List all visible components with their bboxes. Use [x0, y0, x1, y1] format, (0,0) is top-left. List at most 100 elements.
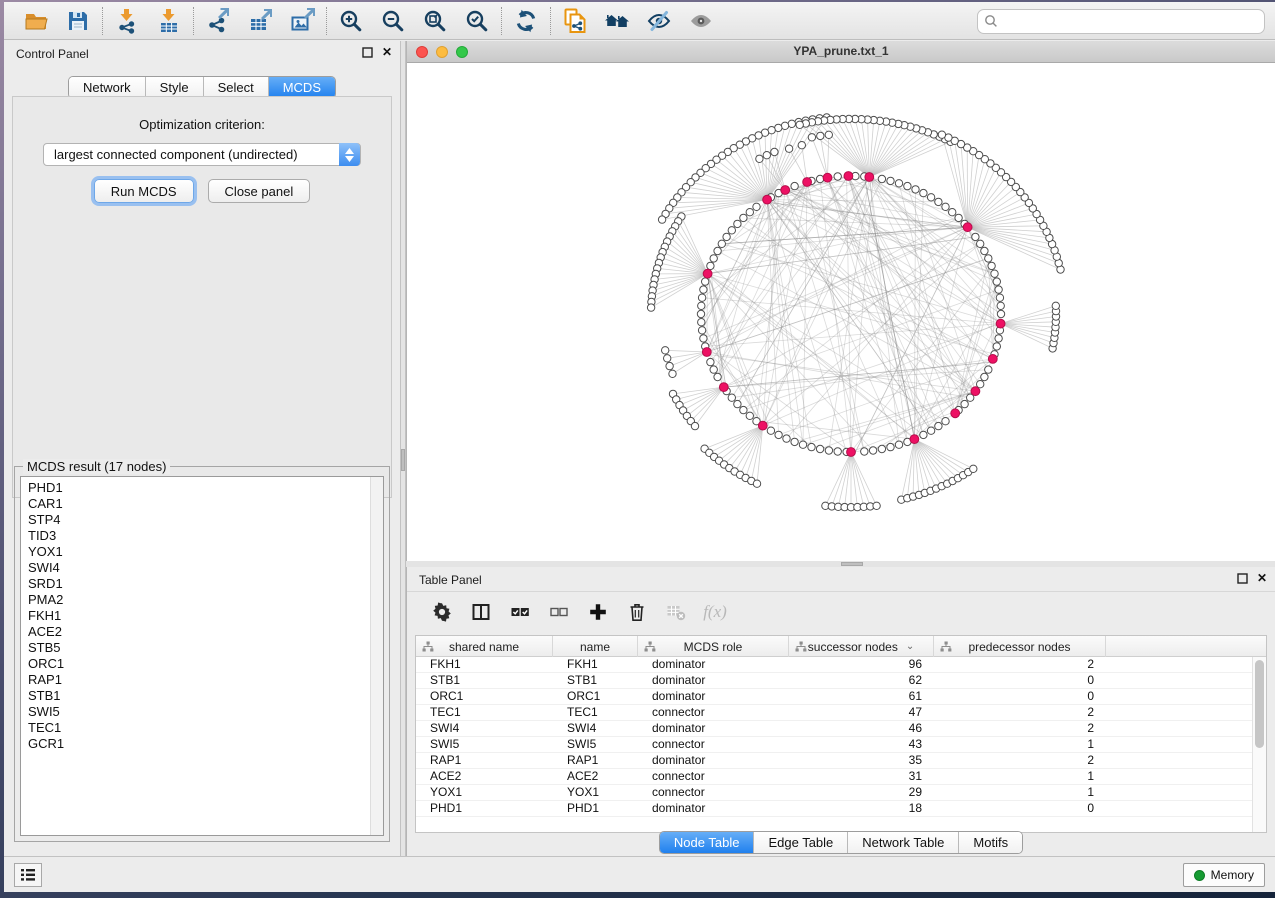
table-cell[interactable]: 47	[789, 705, 934, 721]
table-cell[interactable]: connector	[638, 785, 789, 801]
table-cell[interactable]: SWI5	[416, 737, 553, 753]
mcds-result-item[interactable]: YOX1	[28, 544, 383, 560]
table-cell[interactable]: 2	[934, 721, 1106, 737]
table-cell[interactable]: YOX1	[416, 785, 553, 801]
refresh-view-icon[interactable]	[511, 6, 541, 36]
table-cell[interactable]: 0	[934, 673, 1106, 689]
table-cell[interactable]: 31	[789, 769, 934, 785]
memory-button[interactable]: Memory	[1183, 863, 1265, 887]
first-neighbors-icon[interactable]	[602, 6, 632, 36]
run-mcds-button[interactable]: Run MCDS	[94, 179, 194, 203]
column-header-predecessor-nodes[interactable]: predecessor nodes	[934, 636, 1106, 657]
tab-node-table[interactable]: Node Table	[660, 832, 755, 853]
open-file-icon[interactable]	[21, 6, 51, 36]
import-network-icon[interactable]	[112, 6, 142, 36]
mcds-result-item[interactable]: TEC1	[28, 720, 383, 736]
search-input[interactable]	[977, 9, 1265, 34]
mcds-result-item[interactable]: ACE2	[28, 624, 383, 640]
table-cell[interactable]: SWI4	[553, 721, 638, 737]
mcds-result-item[interactable]: STP4	[28, 512, 383, 528]
table-cell[interactable]: ORC1	[416, 689, 553, 705]
table-cell[interactable]: RAP1	[553, 753, 638, 769]
table-cell[interactable]: 1	[934, 785, 1106, 801]
table-settings-icon[interactable]	[431, 601, 453, 623]
tab-edge-table[interactable]: Edge Table	[754, 832, 848, 853]
window-minimize-button[interactable]	[436, 46, 448, 58]
table-cell[interactable]: dominator	[638, 689, 789, 705]
split-panel-icon[interactable]	[470, 601, 492, 623]
tab-network-table[interactable]: Network Table	[848, 832, 959, 853]
table-scrollbar-thumb[interactable]	[1255, 660, 1264, 748]
hide-selected-icon[interactable]	[644, 6, 674, 36]
mcds-result-item[interactable]: ORC1	[28, 656, 383, 672]
zoom-selected-icon[interactable]	[462, 6, 492, 36]
table-cell[interactable]: SWI4	[416, 721, 553, 737]
table-row[interactable]: YOX1YOX1connector291	[416, 785, 1252, 801]
column-header-MCDS-role[interactable]: MCDS role	[638, 636, 789, 657]
mcds-result-item[interactable]: PMA2	[28, 592, 383, 608]
window-close-button[interactable]	[416, 46, 428, 58]
save-session-icon[interactable]	[63, 6, 93, 36]
table-scrollbar[interactable]	[1252, 657, 1266, 832]
mcds-result-item[interactable]: FKH1	[28, 608, 383, 624]
tab-network[interactable]: Network	[69, 77, 146, 98]
task-history-button[interactable]	[14, 863, 42, 887]
tab-style[interactable]: Style	[146, 77, 204, 98]
column-header-shared-name[interactable]: shared name	[416, 636, 553, 657]
duplicate-network-icon[interactable]	[560, 6, 590, 36]
optimization-criterion-select[interactable]: largest connected component (undirected)	[43, 143, 361, 166]
table-row[interactable]: ORC1ORC1dominator610	[416, 689, 1252, 705]
table-cell[interactable]: 46	[789, 721, 934, 737]
tab-motifs[interactable]: Motifs	[959, 832, 1022, 853]
close-table-panel-icon[interactable]: ✕	[1257, 572, 1267, 584]
select-all-icon[interactable]	[509, 601, 531, 623]
table-cell[interactable]: 0	[934, 801, 1106, 817]
column-header-name[interactable]: name	[553, 636, 638, 657]
table-cell[interactable]: connector	[638, 737, 789, 753]
column-header-successor-nodes[interactable]: successor nodes⌄	[789, 636, 934, 657]
table-cell[interactable]: connector	[638, 769, 789, 785]
export-network-icon[interactable]	[203, 6, 233, 36]
table-cell[interactable]: ACE2	[416, 769, 553, 785]
add-column-icon[interactable]	[587, 601, 609, 623]
table-cell[interactable]: YOX1	[553, 785, 638, 801]
table-cell[interactable]: dominator	[638, 673, 789, 689]
import-table-icon[interactable]	[154, 6, 184, 36]
table-cell[interactable]: SWI5	[553, 737, 638, 753]
table-cell[interactable]: PHD1	[553, 801, 638, 817]
float-table-panel-icon[interactable]	[1237, 573, 1248, 584]
close-panel-icon[interactable]: ✕	[382, 46, 392, 58]
table-cell[interactable]: 2	[934, 657, 1106, 673]
table-cell[interactable]: 35	[789, 753, 934, 769]
table-cell[interactable]: connector	[638, 705, 789, 721]
mcds-result-item[interactable]: RAP1	[28, 672, 383, 688]
table-cell[interactable]: 96	[789, 657, 934, 673]
table-row[interactable]: FKH1FKH1dominator962	[416, 657, 1252, 673]
close-panel-button[interactable]: Close panel	[208, 179, 311, 203]
table-cell[interactable]: TEC1	[553, 705, 638, 721]
export-table-icon[interactable]	[245, 6, 275, 36]
table-cell[interactable]: 2	[934, 705, 1106, 721]
table-cell[interactable]: TEC1	[416, 705, 553, 721]
table-cell[interactable]: 43	[789, 737, 934, 753]
table-cell[interactable]: STB1	[553, 673, 638, 689]
tab-select[interactable]: Select	[204, 77, 269, 98]
mcds-list-scrollbar[interactable]	[370, 477, 383, 835]
mcds-result-item[interactable]: STB1	[28, 688, 383, 704]
table-cell[interactable]: dominator	[638, 721, 789, 737]
table-row[interactable]: ACE2ACE2connector311	[416, 769, 1252, 785]
table-row[interactable]: PHD1PHD1dominator180	[416, 801, 1252, 817]
table-cell[interactable]: PHD1	[416, 801, 553, 817]
table-row[interactable]: TEC1TEC1connector472	[416, 705, 1252, 721]
table-cell[interactable]: 1	[934, 769, 1106, 785]
table-cell[interactable]: STB1	[416, 673, 553, 689]
delete-column-icon[interactable]	[626, 601, 648, 623]
table-cell[interactable]: dominator	[638, 753, 789, 769]
table-cell[interactable]: 29	[789, 785, 934, 801]
horizontal-splitter-grip[interactable]	[841, 562, 863, 566]
show-all-icon[interactable]	[686, 6, 716, 36]
table-cell[interactable]: FKH1	[416, 657, 553, 673]
table-cell[interactable]: 18	[789, 801, 934, 817]
mcds-result-item[interactable]: CAR1	[28, 496, 383, 512]
table-cell[interactable]: dominator	[638, 657, 789, 673]
